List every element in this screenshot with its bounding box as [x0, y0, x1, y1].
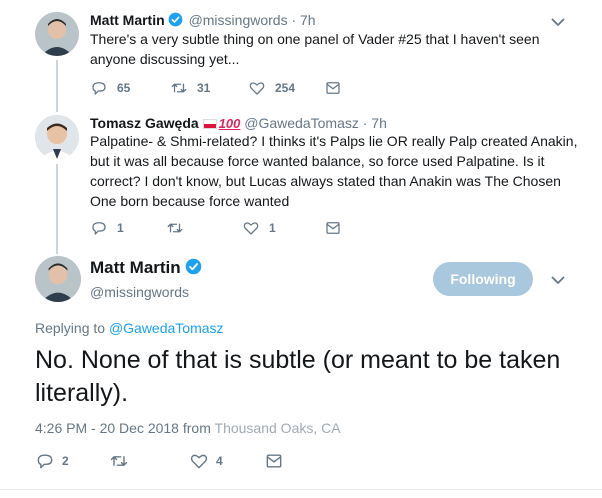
like-count: 4 — [216, 454, 223, 468]
thread-line — [56, 164, 58, 254]
message-icon — [326, 222, 340, 234]
tweet-header: Matt Martin @missingwords · 7h — [90, 12, 316, 28]
reply-button[interactable]: 2 — [35, 451, 109, 471]
author-name[interactable]: Tomasz Gawęda — [90, 115, 199, 131]
location-link[interactable]: Thousand Oaks, CA — [215, 420, 341, 436]
reply-count: 1 — [117, 221, 124, 235]
timestamp[interactable]: 4:26 PM - 20 Dec 2018 from — [35, 420, 211, 436]
avatar[interactable] — [35, 256, 81, 302]
like-button[interactable]: 1 — [242, 219, 324, 237]
tweet-time[interactable]: · 7h — [291, 12, 315, 28]
reply-icon — [92, 222, 106, 235]
retweet-button[interactable] — [109, 451, 189, 471]
following-button[interactable]: Following — [433, 262, 533, 296]
author-name[interactable]: Matt Martin — [90, 258, 181, 277]
like-icon — [243, 222, 259, 235]
main-tweet-actions: 2 4 — [35, 451, 284, 471]
reply-button[interactable]: 1 — [90, 219, 166, 237]
tweet-meta: 4:26 PM - 20 Dec 2018 from Thousand Oaks… — [35, 420, 341, 436]
author-handle[interactable]: @GawedaTomasz — [244, 115, 359, 131]
message-button[interactable] — [264, 451, 284, 471]
chevron-down-icon[interactable] — [551, 275, 565, 285]
like-count: 1 — [269, 221, 276, 235]
avatar[interactable] — [35, 115, 79, 159]
tweet-actions: 1 1 — [90, 219, 342, 237]
reply-count: 65 — [117, 81, 131, 95]
main-tweet-text: No. None of that is subtle (or meant to … — [35, 346, 561, 407]
like-icon — [190, 454, 208, 469]
like-button[interactable]: 254 — [248, 79, 324, 97]
message-icon — [326, 82, 340, 94]
thread-line — [56, 60, 58, 112]
tweet-time[interactable]: · 7h — [363, 115, 387, 131]
tweet-text: There's a very subtle thing on one panel… — [90, 31, 540, 67]
replying-prefix: Replying to — [35, 320, 106, 336]
reply-count: 2 — [62, 454, 69, 468]
like-icon — [249, 82, 265, 95]
like-count: 254 — [275, 81, 296, 95]
replying-to: Replying to @GawedaTomasz — [35, 320, 224, 336]
verified-badge-icon — [185, 258, 202, 275]
author-handle[interactable]: @missingwords — [189, 12, 288, 28]
message-button[interactable] — [324, 219, 342, 237]
reply-icon — [37, 454, 53, 469]
reply-button[interactable]: 65 — [90, 79, 170, 97]
divider — [0, 489, 602, 490]
retweet-icon — [167, 223, 183, 233]
tweet-actions: 65 31 254 — [90, 79, 342, 97]
retweet-icon — [171, 83, 187, 93]
hundred-points-icon: 100 — [218, 116, 241, 131]
message-button[interactable] — [324, 79, 342, 97]
poland-flag-icon — [202, 119, 217, 129]
retweet-button[interactable]: 31 — [170, 79, 248, 97]
replying-to-link[interactable]: @GawedaTomasz — [109, 320, 224, 336]
retweet-count: 31 — [197, 81, 211, 95]
tweet-header: Tomasz Gawęda 100 @GawedaTomasz · 7h — [90, 115, 387, 131]
author-handle[interactable]: @missingwords — [90, 284, 189, 300]
message-icon — [266, 454, 282, 468]
main-author-name: Matt Martin — [90, 258, 204, 278]
reply-icon — [92, 82, 106, 95]
tweet-text: Palpatine- & Shmi-related? I thinks it's… — [90, 133, 578, 209]
verified-badge-icon — [168, 12, 183, 27]
retweet-button[interactable] — [166, 219, 242, 237]
like-button[interactable]: 4 — [189, 451, 264, 471]
avatar[interactable] — [35, 12, 79, 56]
author-name[interactable]: Matt Martin — [90, 12, 165, 28]
chevron-down-icon[interactable] — [551, 17, 565, 27]
retweet-icon — [110, 456, 128, 466]
